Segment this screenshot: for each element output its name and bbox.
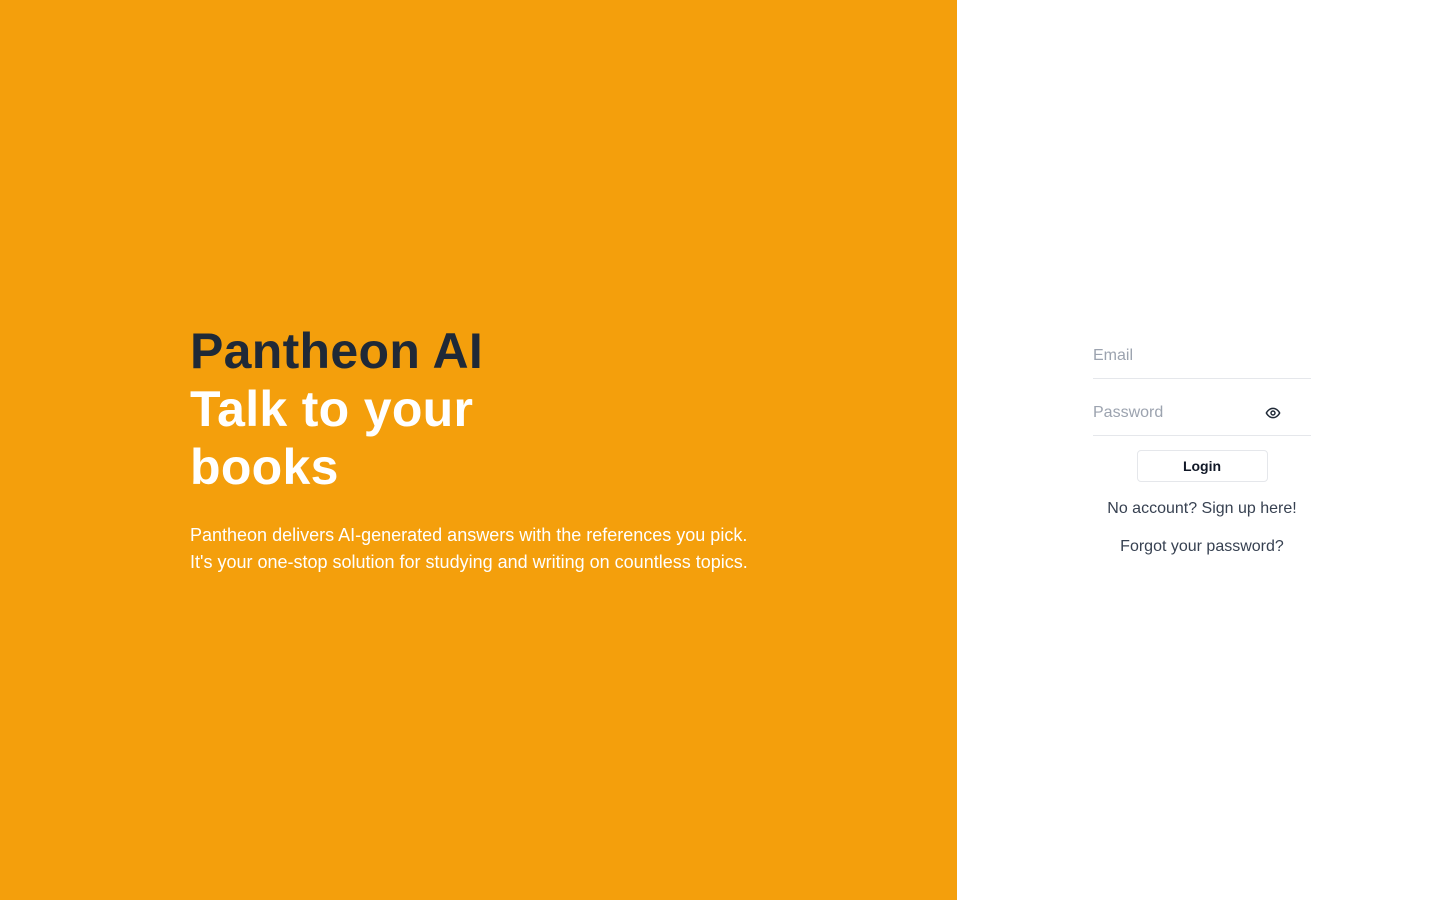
email-field[interactable] xyxy=(1093,336,1311,376)
hero-content: Pantheon AI Talk to your books Pantheon … xyxy=(190,322,830,576)
hero-panel: Pantheon AI Talk to your books Pantheon … xyxy=(0,0,957,900)
hero-description-line-1: Pantheon delivers AI-generated answers w… xyxy=(190,525,748,545)
login-page: Pantheon AI Talk to your books Pantheon … xyxy=(0,0,1440,900)
brand-title: Pantheon AI xyxy=(190,323,484,379)
signup-link[interactable]: No account? Sign up here! xyxy=(1093,500,1311,518)
password-field-wrapper xyxy=(1093,393,1311,436)
login-form: Login No account? Sign up here! Forgot y… xyxy=(1093,336,1311,556)
hero-tagline: Talk to your books xyxy=(190,381,474,495)
email-field-wrapper xyxy=(1093,336,1311,379)
eye-icon[interactable] xyxy=(1263,403,1283,423)
auth-panel: Login No account? Sign up here! Forgot y… xyxy=(957,0,1440,900)
hero-description-line-2: It's your one-stop solution for studying… xyxy=(190,552,748,572)
login-button-wrapper: Login xyxy=(1093,450,1311,482)
login-button[interactable]: Login xyxy=(1136,450,1268,482)
forgot-password-link[interactable]: Forgot your password? xyxy=(1093,538,1311,556)
hero-description: Pantheon delivers AI-generated answers w… xyxy=(190,522,830,576)
